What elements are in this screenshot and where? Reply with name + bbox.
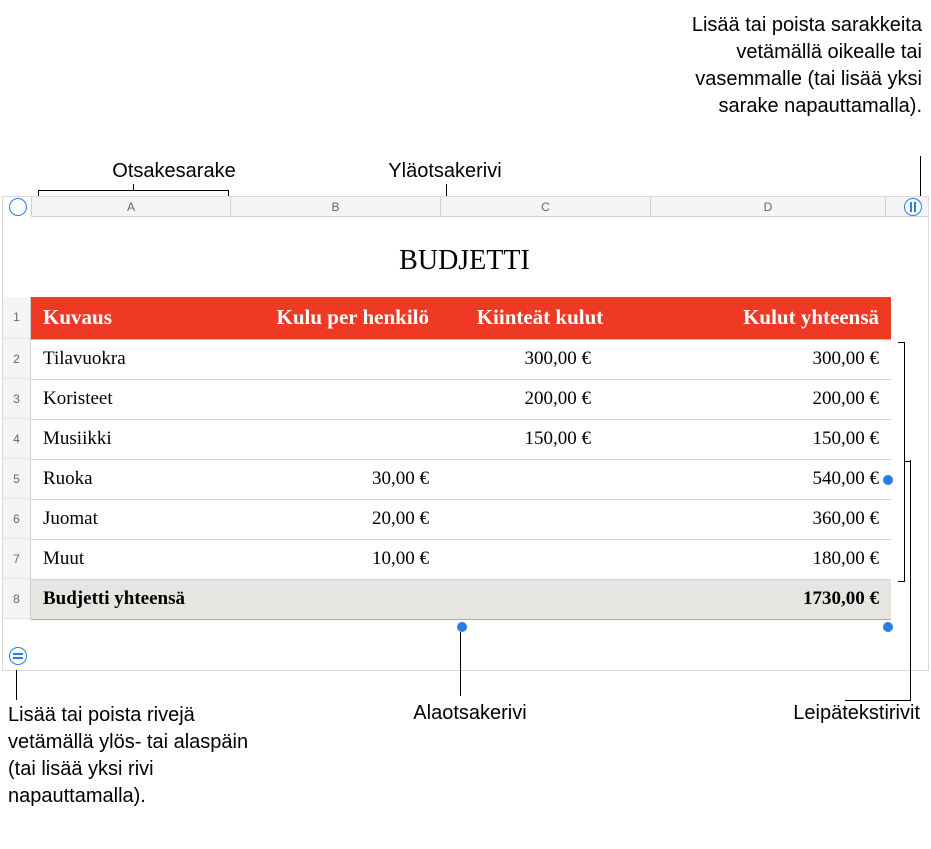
cell-empty[interactable] [231,579,441,619]
callout-header-row: Yläotsakerivi [355,158,535,185]
row-header-7[interactable]: 7 [3,539,30,579]
cell-total[interactable]: 540,00 € [651,459,891,499]
cell-fixed[interactable] [441,539,651,579]
cell-fixed[interactable] [441,459,651,499]
selection-handle-dot[interactable] [457,622,467,632]
header-kuvaus[interactable]: Kuvaus [31,297,231,339]
column-header-A[interactable]: A [31,197,231,216]
table-row[interactable]: Ruoka 30,00 € 540,00 € [31,459,891,499]
cell-desc[interactable]: Juomat [31,499,231,539]
cell-desc[interactable]: Koristeet [31,379,231,419]
cell-total[interactable]: 200,00 € [651,379,891,419]
budget-table: Kuvaus Kulu per henkilö Kiinteät kulut K… [31,297,891,620]
column-header-B[interactable]: B [231,197,441,216]
row-header-5[interactable]: 5 [3,459,30,499]
column-ruler[interactable]: A B C D [31,197,928,217]
cell-total[interactable]: 300,00 € [651,339,891,379]
cell-fixed[interactable] [441,499,651,539]
callout-line [910,460,911,700]
table-select-all-button[interactable] [9,198,27,216]
add-row-handle[interactable] [9,647,27,665]
brace-line [904,342,905,582]
selection-handle-dot[interactable] [883,622,893,632]
cell-desc[interactable]: Tilavuokra [31,339,231,379]
cell-total[interactable]: 150,00 € [651,419,891,459]
row-ruler[interactable]: 1 2 3 4 5 6 7 8 [3,297,31,619]
callout-line [920,156,921,196]
footer-total[interactable]: 1730,00 € [651,579,891,619]
cell-per[interactable]: 30,00 € [231,459,441,499]
cell-fixed[interactable]: 150,00 € [441,419,651,459]
header-kulu-per-henkilo[interactable]: Kulu per henkilö [231,297,441,339]
callout-line [16,670,17,700]
table-row[interactable]: Juomat 20,00 € 360,00 € [31,499,891,539]
selection-handle-dot[interactable] [883,475,893,485]
callout-add-rows: Lisää tai poista rivejä vetämällä ylös- … [8,702,268,810]
table-row[interactable]: Koristeet 200,00 € 200,00 € [31,379,891,419]
row-header-4[interactable]: 4 [3,419,30,459]
cell-fixed[interactable]: 300,00 € [441,339,651,379]
column-header-D[interactable]: D [651,197,886,216]
cell-desc[interactable]: Musiikki [31,419,231,459]
cell-fixed[interactable]: 200,00 € [441,379,651,419]
callout-footer-row: Alaotsakerivi [390,700,550,727]
table-footer-row[interactable]: Budjetti yhteensä 1730,00 € [31,579,891,619]
callout-line [38,190,228,191]
brace-line [898,581,904,582]
table-title[interactable]: BUDJETTI [31,245,898,277]
callout-line [460,632,461,696]
callout-body-rows: Leipätekstirivit [700,700,920,727]
column-header-C[interactable]: C [441,197,651,216]
row-header-6[interactable]: 6 [3,499,30,539]
footer-label[interactable]: Budjetti yhteensä [31,579,231,619]
cell-per[interactable] [231,379,441,419]
callout-header-column: Otsakesarake [64,158,284,185]
table-row[interactable]: Musiikki 150,00 € 150,00 € [31,419,891,459]
callout-add-columns: Lisää tai poista sarakkeita vetämällä oi… [648,12,922,120]
table-header-row[interactable]: Kuvaus Kulu per henkilö Kiinteät kulut K… [31,297,891,339]
cell-desc[interactable]: Muut [31,539,231,579]
cell-total[interactable]: 360,00 € [651,499,891,539]
table-row[interactable]: Tilavuokra 300,00 € 300,00 € [31,339,891,379]
cell-per[interactable] [231,339,441,379]
brace-line [898,342,904,343]
add-column-handle[interactable] [904,198,922,216]
cell-per[interactable]: 20,00 € [231,499,441,539]
cell-per[interactable] [231,419,441,459]
callout-line [133,184,134,190]
row-header-2[interactable]: 2 [3,339,30,379]
row-header-1[interactable]: 1 [3,297,30,339]
cell-empty[interactable] [441,579,651,619]
cell-per[interactable]: 10,00 € [231,539,441,579]
cell-desc[interactable]: Ruoka [31,459,231,499]
table-row[interactable]: Muut 10,00 € 180,00 € [31,539,891,579]
spreadsheet-frame: A B C D 1 2 3 4 5 6 7 8 BUDJETTI Kuvaus … [2,196,929,671]
row-header-8[interactable]: 8 [3,579,30,619]
cell-total[interactable]: 180,00 € [651,539,891,579]
row-header-3[interactable]: 3 [3,379,30,419]
header-kiinteat-kulut[interactable]: Kiinteät kulut [441,297,651,339]
header-kulut-yhteensa[interactable]: Kulut yhteensä [651,297,891,339]
